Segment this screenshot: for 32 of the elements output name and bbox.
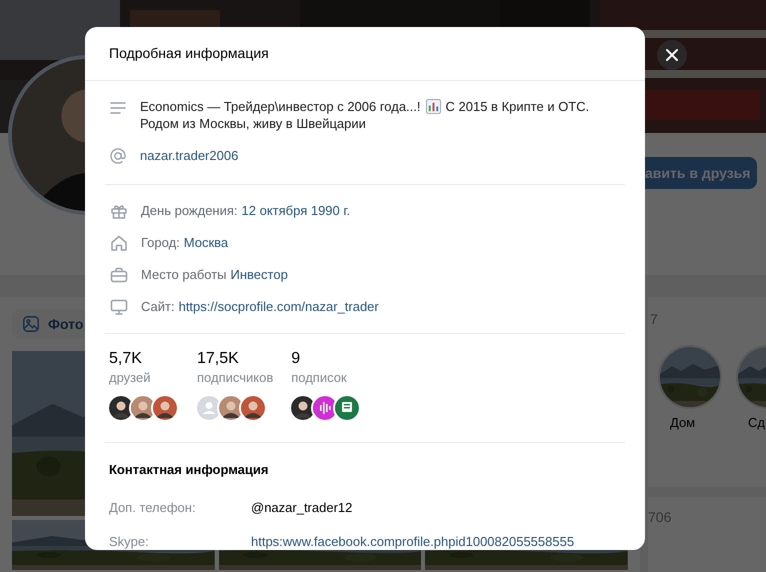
about-text: Родом из Москвы, живу в Швейцарии [140,115,367,132]
album-title[interactable]: Дом [670,413,696,432]
detail-link[interactable]: 12 октября 1990 г. [242,200,350,220]
about-text: Economics — Трейдер\инвестор с 2006 года...! [140,98,421,115]
contact-label: Skype: [109,532,150,551]
about-text: С 2015 в Крипте и ОТС. [446,98,590,115]
close-icon [665,48,679,62]
image-icon [22,315,40,333]
username-link[interactable]: nazar.trader2006 [140,146,238,166]
stat-label: подписчиков [197,368,274,386]
stat-count: 17,5K [197,348,240,368]
avatar[interactable] [239,394,267,422]
contact-value: @nazar_trader12 [251,499,352,517]
stat-count: 5,7K [109,348,143,368]
detail-link[interactable]: Инвестор [230,264,288,284]
bar-chart-icon [426,99,441,114]
modal-title: Подробная информация [109,44,269,63]
detail-label: Сайт: [141,298,175,316]
contact-link[interactable]: https:www.facebook.comprofile.phpid100082055558555 [251,532,574,551]
stat-label: друзей [109,368,152,386]
at-sign-icon [109,146,127,165]
contact-label: Доп. телефон: [109,499,197,517]
avatar[interactable] [151,394,179,422]
detail-link[interactable]: Москва [184,232,228,252]
stat-label: подписок [291,368,348,386]
detail-label: Место работы [141,266,227,284]
detail-label: День рождения: [141,202,238,220]
section-title: Контактная информация [109,460,270,479]
stat-count: 9 [291,348,302,368]
detail-label: Город: [141,234,180,252]
detail-link[interactable]: https://socprofile.com/nazar_trader [178,296,379,316]
album-title[interactable]: Сд [748,413,765,432]
